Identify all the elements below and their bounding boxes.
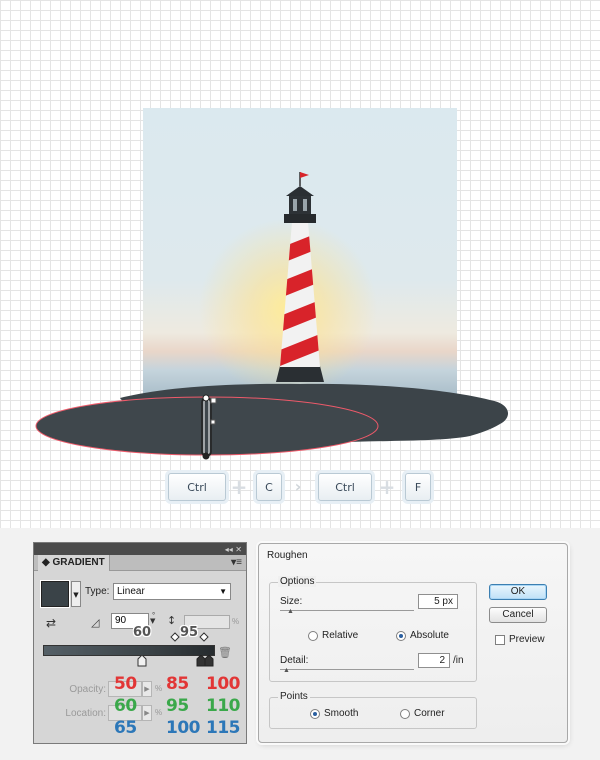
detail-input[interactable]: 2 — [418, 653, 450, 668]
plus-icon: + — [378, 475, 396, 499]
radio-relative[interactable]: Relative — [308, 630, 358, 641]
selected-ellipse — [35, 396, 379, 456]
aspect-ratio-icon: ↕ — [167, 614, 177, 627]
annotation-blue-2: 100 — [166, 718, 201, 738]
lighthouse — [276, 172, 324, 382]
annotation-blue-3: 115 — [206, 718, 241, 738]
location-percent: % — [155, 708, 163, 717]
preview-label: Preview — [509, 634, 545, 645]
gradient-panel: ◂◂ ✕ ◆ GRADIENT ▾≡ ▼ Type: Linear ▼ ⇄ ◿ … — [33, 542, 247, 744]
radio-absolute-dot[interactable] — [396, 630, 406, 641]
detail-unit: /in — [453, 655, 464, 666]
panel-menu-icon[interactable]: ▾≡ — [231, 557, 242, 568]
annotation-blue-1: 65 — [114, 718, 137, 738]
size-slider-thumb[interactable]: ▲ — [287, 608, 294, 615]
key-f: F — [405, 473, 431, 501]
smooth-label: Smooth — [324, 708, 359, 719]
detail-label: Detail: — [280, 655, 309, 666]
angle-overlay-value: 60 — [133, 625, 152, 640]
absolute-label: Absolute — [410, 630, 449, 641]
opacity-dropdown[interactable]: ▶ — [142, 681, 152, 697]
key-ctrl-1: Ctrl — [168, 473, 226, 501]
radio-corner-dot[interactable] — [400, 708, 410, 719]
angle-icon: ◿ — [91, 616, 100, 629]
reverse-gradient-icon[interactable]: ⇄ — [46, 616, 64, 632]
radio-relative-dot[interactable] — [308, 630, 318, 641]
ok-button[interactable]: OK — [489, 584, 547, 600]
cancel-button[interactable]: Cancel — [489, 607, 547, 623]
degree-sign: ° — [152, 611, 156, 620]
annotation-green-2: 95 — [166, 696, 189, 716]
location-label: Location: — [65, 708, 106, 719]
annotation-green-1: 60 — [114, 696, 137, 716]
options-group: Options Size: 5 px ▲ Relative Absolute D… — [269, 576, 477, 682]
detail-slider-thumb[interactable]: ▲ — [283, 667, 290, 674]
size-input[interactable]: 5 px — [418, 594, 458, 609]
trash-icon[interactable]: 🗑 — [218, 646, 232, 659]
gradient-swatch[interactable] — [40, 580, 70, 608]
size-slider-track[interactable] — [280, 610, 414, 611]
points-title: Points — [278, 691, 310, 702]
key-c: C — [256, 473, 282, 501]
annotation-green-3: 110 — [206, 696, 241, 716]
options-title: Options — [278, 576, 317, 587]
opacity-label: Opacity: — [69, 684, 106, 695]
size-label: Size: — [280, 596, 303, 607]
type-value: Linear — [117, 586, 145, 597]
location-dropdown[interactable]: ▶ — [142, 705, 152, 721]
key-ctrl-2: Ctrl — [318, 473, 372, 501]
radio-corner[interactable]: Corner — [400, 708, 445, 719]
preview-checkbox[interactable]: Preview — [495, 634, 545, 645]
annotation-red-2: 85 — [166, 674, 189, 694]
type-label: Type: — [85, 586, 110, 597]
radio-smooth-dot[interactable] — [310, 708, 320, 719]
color-stops[interactable] — [134, 655, 224, 669]
panel-tab-bar: ◆ GRADIENT ▾≡ — [34, 554, 246, 571]
annotation-red-1: 50 — [114, 674, 137, 694]
type-select[interactable]: Linear ▼ — [113, 583, 231, 600]
dialog-title: Roughen — [267, 550, 308, 561]
plus-icon: + — [230, 475, 248, 499]
radio-smooth[interactable]: Smooth — [310, 708, 358, 719]
detail-slider-track[interactable] — [280, 669, 414, 670]
swatch-dropdown[interactable]: ▼ — [71, 581, 81, 607]
roughen-dialog: Roughen Options Size: 5 px ▲ Relative Ab… — [258, 543, 568, 743]
preview-checkbox-box[interactable] — [495, 634, 505, 645]
radio-absolute[interactable]: Absolute — [396, 630, 449, 641]
tab-gradient[interactable]: ◆ GRADIENT — [38, 554, 110, 571]
arrow-right-icon: › — [294, 477, 302, 496]
illustration — [35, 172, 509, 460]
relative-label: Relative — [322, 630, 359, 641]
midpoint-diamonds[interactable] — [164, 629, 214, 643]
aspect-percent: % — [232, 617, 240, 626]
points-group: Points Smooth Corner — [269, 691, 477, 729]
opacity-percent: % — [155, 684, 163, 693]
corner-label: Corner — [414, 708, 445, 719]
annotation-red-3: 100 — [206, 674, 241, 694]
chevron-down-icon: ▼ — [219, 587, 227, 596]
panel-titlebar[interactable]: ◂◂ ✕ — [34, 543, 246, 555]
